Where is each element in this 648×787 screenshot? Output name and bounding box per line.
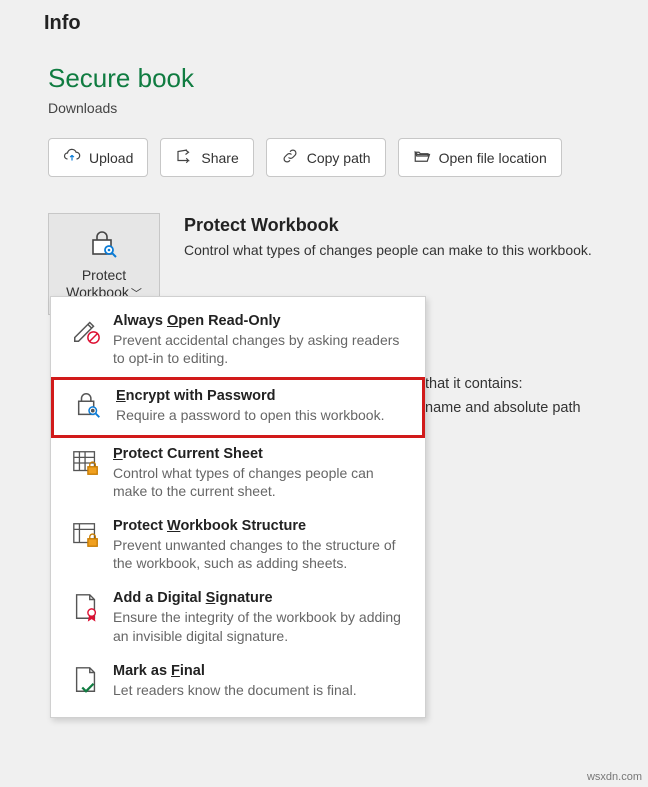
background-text-2: name and absolute path	[425, 400, 581, 416]
menu-item-open-read-only[interactable]: Always Open Read-Only Prevent accidental…	[51, 305, 425, 377]
mi3-desc: Prevent unwanted changes to the structur…	[113, 536, 411, 572]
mi0-post: pen Read-Only	[178, 313, 280, 329]
cloud-upload-icon	[63, 147, 81, 168]
open-location-button[interactable]: Open file location	[398, 138, 562, 177]
menu-item-mark-final[interactable]: Mark as Final Let readers know the docum…	[51, 655, 425, 709]
sheet-lock-icon	[71, 446, 101, 500]
document-title: Secure book	[48, 63, 648, 94]
share-label: Share	[201, 150, 238, 166]
folder-open-icon	[413, 147, 431, 168]
mi3-pre: Protect	[113, 518, 167, 534]
mi2-post: rotect Current Sheet	[123, 446, 263, 462]
upload-label: Upload	[89, 150, 133, 166]
workbook-lock-icon	[71, 518, 101, 572]
menu-item-digital-signature[interactable]: Add a Digital Signature Ensure the integ…	[51, 582, 425, 654]
protect-btn-line1: Protect	[82, 267, 126, 283]
share-button[interactable]: Share	[160, 138, 253, 177]
mi3-post: orkbook Structure	[180, 518, 306, 534]
background-text-1: that it contains:	[425, 376, 523, 392]
mi3-u: W	[167, 518, 180, 534]
mi4-pre: Add a Digital	[113, 590, 206, 606]
mi0-u: O	[167, 313, 178, 329]
page-title: Info	[44, 12, 648, 35]
mi5-pre: Mark as	[113, 663, 171, 679]
lock-key-icon	[74, 388, 104, 424]
protect-workbook-menu: Always Open Read-Only Prevent accidental…	[50, 296, 426, 718]
menu-item-protect-structure[interactable]: Protect Workbook Structure Prevent unwan…	[51, 510, 425, 582]
document-path: Downloads	[48, 100, 648, 116]
mi1-post: ncrypt with Password	[126, 388, 276, 404]
mi4-u: S	[206, 590, 216, 606]
menu-item-encrypt-password[interactable]: Encrypt with Password Require a password…	[51, 377, 425, 437]
mi5-post: inal	[180, 663, 205, 679]
document-ribbon-icon	[71, 590, 101, 644]
mi2-desc: Control what types of changes people can…	[113, 464, 411, 500]
lock-key-icon	[87, 226, 121, 263]
mi1-u: E	[116, 388, 126, 404]
open-location-label: Open file location	[439, 150, 547, 166]
protect-section-desc: Control what types of changes people can…	[184, 242, 592, 258]
menu-item-protect-sheet[interactable]: Protect Current Sheet Control what types…	[51, 438, 425, 510]
mi5-u: F	[171, 663, 180, 679]
mi5-desc: Let readers know the document is final.	[113, 681, 411, 699]
share-icon	[175, 147, 193, 168]
watermark: wsxdn.com	[587, 771, 642, 783]
protect-section-heading: Protect Workbook	[184, 215, 592, 236]
document-check-icon	[71, 663, 101, 699]
mi4-desc: Ensure the integrity of the workbook by …	[113, 608, 411, 644]
mi2-u: P	[113, 446, 123, 462]
action-bar: Upload Share Copy path	[48, 138, 648, 177]
mi0-pre: Always	[113, 313, 167, 329]
pencil-prohibit-icon	[71, 313, 101, 367]
mi0-desc: Prevent accidental changes by asking rea…	[113, 331, 411, 367]
mi4-post: ignature	[215, 590, 272, 606]
copy-path-button[interactable]: Copy path	[266, 138, 386, 177]
link-icon	[281, 147, 299, 168]
mi1-desc: Require a password to open this workbook…	[116, 406, 408, 424]
copy-path-label: Copy path	[307, 150, 371, 166]
upload-button[interactable]: Upload	[48, 138, 148, 177]
